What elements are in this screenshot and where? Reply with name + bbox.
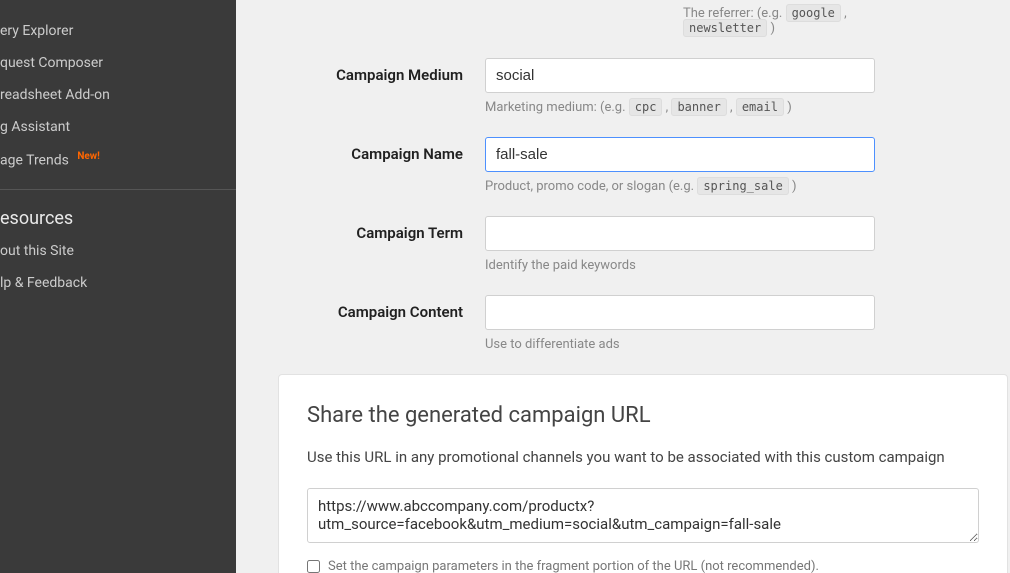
hint-term: Identify the paid keywords [485,258,875,273]
form-label-term: Campaign Term [278,216,485,242]
form-row-medium: Campaign Medium Marketing medium: (e.g. … [278,58,1010,115]
form-row-source: The referrer: (e.g. google , newsletter … [278,6,1010,36]
fragment-checkbox[interactable] [307,560,320,573]
code-tag: email [736,98,784,116]
form-label-name: Campaign Name [278,137,485,163]
sidebar-item-trends[interactable]: age Trends New! [0,143,236,177]
code-tag: google [786,4,841,22]
share-desc: Use this URL in any promotional channels… [307,448,979,466]
sidebar-item-about[interactable]: out this Site [0,235,236,267]
sidebar-item-addon[interactable]: readsheet Add-on [0,79,236,111]
form-row-content: Campaign Content Use to differentiate ad… [278,295,1010,352]
campaign-term-input[interactable] [485,216,875,251]
share-title: Share the generated campaign URL [307,403,979,428]
code-tag: banner [671,98,726,116]
sidebar-item-label: lp & Feedback [0,275,87,291]
form-row-name: Campaign Name Product, promo code, or sl… [278,137,1010,194]
fragment-label: Set the campaign parameters in the fragm… [328,559,819,573]
sidebar-divider [0,189,236,190]
sidebar-item-assistant[interactable]: g Assistant [0,111,236,143]
sidebar-item-composer[interactable]: quest Composer [0,47,236,79]
form-label-content: Campaign Content [278,295,485,321]
new-badge: New! [77,151,100,162]
share-panel: Share the generated campaign URL Use thi… [278,374,1008,573]
campaign-name-input[interactable] [485,137,875,172]
sidebar-item-label: out this Site [0,243,74,259]
sidebar-heading: esources [0,202,236,235]
hint-name: Product, promo code, or slogan (e.g. spr… [485,179,875,194]
campaign-content-input[interactable] [485,295,875,330]
sidebar-item-label: readsheet Add-on [0,87,110,103]
form-label-source [278,6,683,14]
sidebar: ery Explorer quest Composer readsheet Ad… [0,0,236,573]
code-tag: cpc [629,98,663,116]
hint-source: The referrer: (e.g. google , newsletter … [683,6,875,36]
sidebar-item-label: g Assistant [0,119,70,135]
main-content: The referrer: (e.g. google , newsletter … [236,0,1010,573]
sidebar-item-help[interactable]: lp & Feedback [0,267,236,299]
sidebar-item-label: age Trends [0,153,69,169]
form-label-medium: Campaign Medium [278,58,485,84]
code-tag: newsletter [683,19,767,37]
code-tag: spring_sale [697,177,788,195]
fragment-checkbox-row[interactable]: Set the campaign parameters in the fragm… [307,559,979,573]
form-row-term: Campaign Term Identify the paid keywords [278,216,1010,273]
sidebar-item-label: ery Explorer [0,23,73,39]
hint-medium: Marketing medium: (e.g. cpc , banner , e… [485,100,875,115]
generated-url-textarea[interactable] [307,488,979,543]
hint-content: Use to differentiate ads [485,337,875,352]
sidebar-item-explorer[interactable]: ery Explorer [0,15,236,47]
campaign-medium-input[interactable] [485,58,875,93]
sidebar-item-label: quest Composer [0,55,103,71]
